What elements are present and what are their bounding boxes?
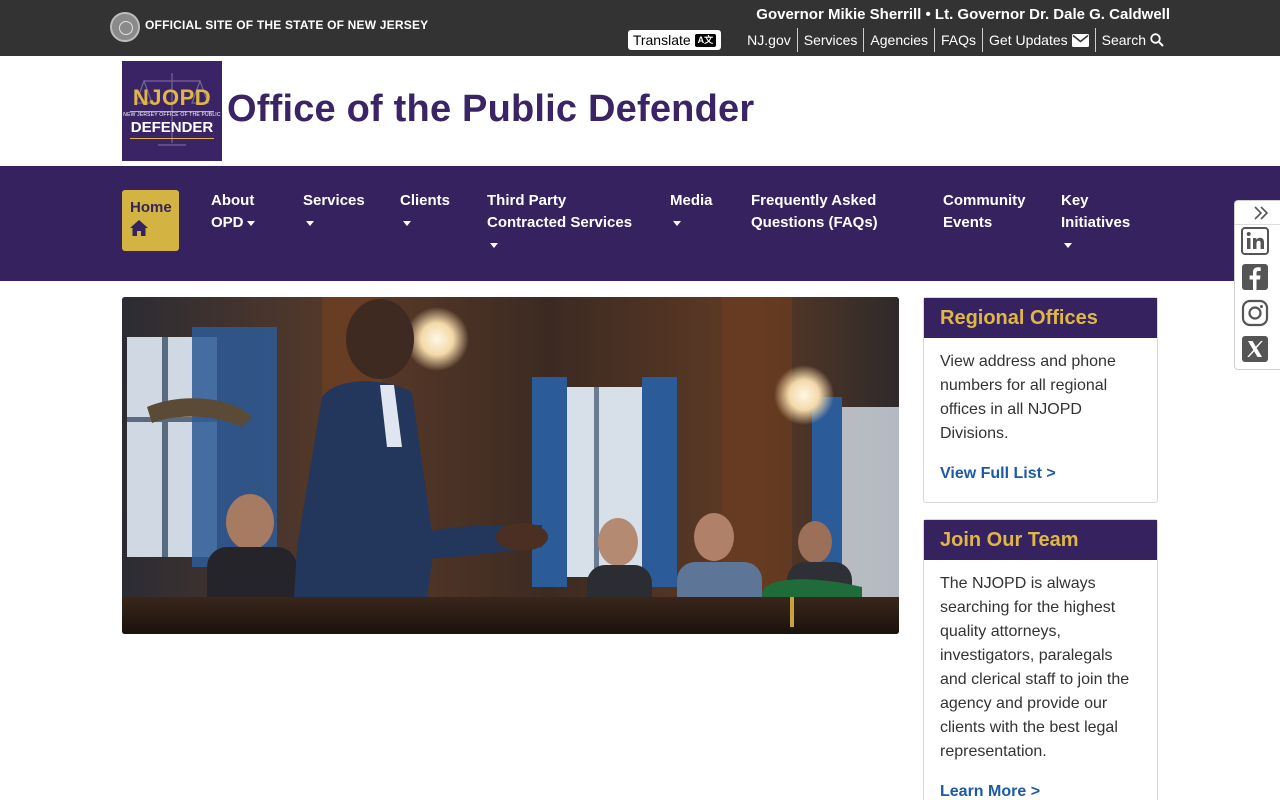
double-chevron-right-icon bbox=[1254, 206, 1269, 220]
get-updates-link[interactable]: Get Updates bbox=[982, 28, 1095, 52]
caret-down-icon bbox=[403, 220, 411, 226]
card-join-our-team: Join Our Team The NJOPD is always search… bbox=[923, 519, 1158, 800]
social-sidebar bbox=[1234, 200, 1280, 370]
main-nav: Home About OPD Services Clients Third Pa… bbox=[0, 166, 1280, 281]
logo-rule bbox=[130, 138, 214, 139]
state-bar: OFFICIAL SITE OF THE STATE OF NEW JERSEY… bbox=[0, 0, 1280, 56]
official-site-text[interactable]: OFFICIAL SITE OF THE STATE OF NEW JERSEY bbox=[145, 18, 428, 32]
nav-third-party-line1: Third Party bbox=[487, 192, 567, 209]
x-icon[interactable] bbox=[1241, 335, 1269, 363]
nav-services[interactable]: Services bbox=[303, 190, 365, 234]
learn-more-link[interactable]: Learn More > bbox=[940, 780, 1141, 800]
home-icon bbox=[130, 220, 148, 236]
nav-media[interactable]: Media bbox=[670, 190, 713, 234]
caret-down-icon bbox=[1064, 242, 1072, 248]
nav-key-initiatives[interactable]: Key Initiatives bbox=[1061, 190, 1130, 256]
nav-third-party-line2: Contracted Services bbox=[487, 214, 633, 231]
nav-key-line1: Key bbox=[1061, 192, 1089, 209]
facebook-icon[interactable] bbox=[1241, 263, 1269, 291]
nj-seal-icon[interactable] bbox=[110, 12, 140, 42]
nav-media-label: Media bbox=[670, 192, 713, 209]
governor-text: Governor Mikie Sherrill • Lt. Governor D… bbox=[756, 6, 1170, 23]
services-link[interactable]: Services bbox=[796, 28, 864, 52]
logo-njopd-text: NJOPD bbox=[132, 85, 212, 110]
translate-icon: A文 bbox=[694, 33, 717, 47]
nav-home-label: Home bbox=[130, 199, 172, 216]
logo-defender-text: DEFENDER bbox=[130, 119, 214, 136]
caret-down-icon bbox=[673, 220, 681, 226]
card-title: Join Our Team bbox=[924, 520, 1157, 560]
search-label: Search bbox=[1101, 32, 1146, 48]
view-full-list-link[interactable]: View Full List > bbox=[940, 462, 1141, 486]
search-icon bbox=[1150, 33, 1164, 47]
nav-services-label: Services bbox=[303, 192, 365, 209]
nav-faqs-line1: Frequently Asked bbox=[751, 192, 877, 209]
faqs-link[interactable]: FAQs bbox=[934, 28, 982, 52]
nav-community-line2: Events bbox=[943, 214, 993, 231]
nj-gov-link[interactable]: NJ.gov bbox=[741, 28, 797, 52]
caret-down-icon bbox=[490, 242, 498, 248]
translate-label: Translate bbox=[632, 32, 691, 48]
envelope-icon bbox=[1071, 33, 1089, 47]
linkedin-icon[interactable] bbox=[1241, 227, 1269, 255]
nav-faqs-line2: Questions (FAQs) bbox=[751, 214, 878, 231]
nav-home[interactable]: Home bbox=[122, 190, 179, 251]
nav-clients-label: Clients bbox=[400, 192, 451, 209]
top-links: Translate A文 NJ.gov Services Agencies FA… bbox=[627, 28, 1170, 52]
nav-community-line1: Community bbox=[943, 192, 1026, 209]
translate-button[interactable]: Translate A文 bbox=[627, 30, 722, 50]
nav-about-opd[interactable]: About OPD bbox=[211, 190, 255, 234]
card-body-text: View address and phone numbers for all r… bbox=[940, 353, 1116, 442]
courtroom-photo bbox=[122, 297, 899, 634]
card-body-text: The NJOPD is always searching for the hi… bbox=[940, 575, 1130, 760]
caret-down-icon bbox=[246, 220, 255, 226]
nav-key-line2: Initiatives bbox=[1061, 214, 1131, 231]
get-updates-label: Get Updates bbox=[989, 32, 1068, 48]
logo-subtitle-text: NEW JERSEY OFFICE OF THE PUBLIC bbox=[123, 112, 221, 118]
njopd-logo[interactable]: NJOPD NEW JERSEY OFFICE OF THE PUBLIC DE… bbox=[122, 61, 222, 161]
card-regional-offices: Regional Offices View address and phone … bbox=[923, 297, 1158, 503]
site-title[interactable]: Office of the Public Defender bbox=[227, 88, 754, 131]
nav-clients[interactable]: Clients bbox=[400, 190, 450, 234]
nav-faqs[interactable]: Frequently Asked Questions (FAQs) bbox=[751, 190, 878, 234]
agencies-link[interactable]: Agencies bbox=[863, 28, 934, 52]
hero-image bbox=[122, 297, 899, 634]
nav-third-party[interactable]: Third Party Contracted Services bbox=[487, 190, 632, 256]
nav-community-events[interactable]: Community Events bbox=[943, 190, 1026, 234]
instagram-icon[interactable] bbox=[1241, 299, 1269, 327]
collapse-button[interactable] bbox=[1235, 201, 1280, 225]
search-link[interactable]: Search bbox=[1094, 28, 1170, 52]
site-header: NJOPD NEW JERSEY OFFICE OF THE PUBLIC DE… bbox=[0, 56, 1280, 166]
nav-about-line1: About bbox=[211, 192, 255, 209]
card-title: Regional Offices bbox=[924, 298, 1157, 338]
caret-down-icon bbox=[306, 220, 314, 226]
nav-about-line2: OPD bbox=[211, 214, 244, 231]
